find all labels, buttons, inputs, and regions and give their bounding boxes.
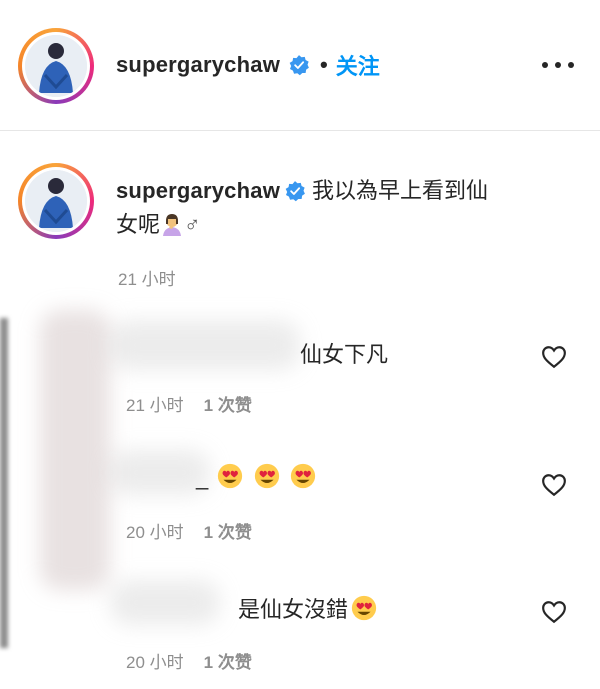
comment-text-content: 是仙女沒錯 (238, 597, 349, 622)
heart-eyes-emoji (254, 463, 279, 489)
blurred-username (110, 580, 220, 625)
header-separator: • (320, 52, 328, 77)
header-username[interactable]: supergarychaw (116, 52, 280, 78)
heart-icon[interactable] (541, 345, 567, 369)
instagram-post-panel: supergarychaw • 关注 supergarychaw 我以為早上看到… (0, 0, 600, 689)
comment-meta: 20 小时 1 次赞 (126, 518, 252, 543)
header-identity: supergarychaw • 关注 (116, 50, 380, 80)
caption-text-line2: 女呢 (116, 212, 161, 237)
comment-item: _ 20 小时 1 次赞 (0, 440, 600, 560)
heart-eyes-emoji (218, 463, 243, 489)
comment-likes[interactable]: 1 次赞 (204, 391, 252, 416)
post-caption: supergarychaw 我以為早上看到仙 女呢 ♂ (116, 174, 556, 242)
comment-item: 仙女下凡 21 小时 1 次赞 (0, 300, 600, 590)
blurred-username (110, 450, 210, 495)
comment-text: _ (196, 462, 317, 491)
comment-timestamp: 20 小时 (126, 523, 184, 542)
profile-avatar[interactable] (18, 28, 94, 104)
comment-likes[interactable]: 1 次赞 (204, 518, 252, 543)
comment-timestamp: 21 小时 (126, 396, 184, 415)
comment-likes[interactable]: 1 次赞 (204, 648, 252, 673)
caption-suffix: ♂ (184, 212, 201, 237)
caption-avatar[interactable] (18, 163, 94, 239)
verified-badge-icon (289, 55, 309, 76)
caption-text-line1: 我以為早上看到仙 (312, 178, 489, 203)
follow-button[interactable]: 关注 (336, 49, 380, 81)
comment-timestamp: 20 小时 (126, 653, 184, 672)
comment-text: 仙女下凡 (300, 342, 389, 367)
more-options-icon[interactable] (542, 53, 574, 77)
woman-facepalming-emoji (163, 214, 182, 236)
post-header: supergarychaw • 关注 (0, 0, 600, 131)
caption-timestamp: 21 小时 (118, 270, 176, 289)
blurred-username (110, 320, 300, 370)
heart-eyes-emoji (290, 463, 315, 489)
comment-meta: 21 小时 1 次赞 (126, 391, 252, 416)
caption-username[interactable]: supergarychaw (116, 178, 280, 203)
verified-badge-icon (285, 181, 305, 202)
comment-text-content: _ (196, 465, 209, 490)
heart-eyes-emoji (351, 595, 377, 621)
comment-item: 是仙女沒錯 20 小时 1 次赞 (0, 570, 600, 689)
comment-text: 是仙女沒錯 (238, 592, 378, 624)
heart-icon[interactable] (541, 473, 567, 497)
comment-meta: 20 小时 1 次赞 (126, 648, 252, 673)
heart-icon[interactable] (541, 600, 567, 624)
